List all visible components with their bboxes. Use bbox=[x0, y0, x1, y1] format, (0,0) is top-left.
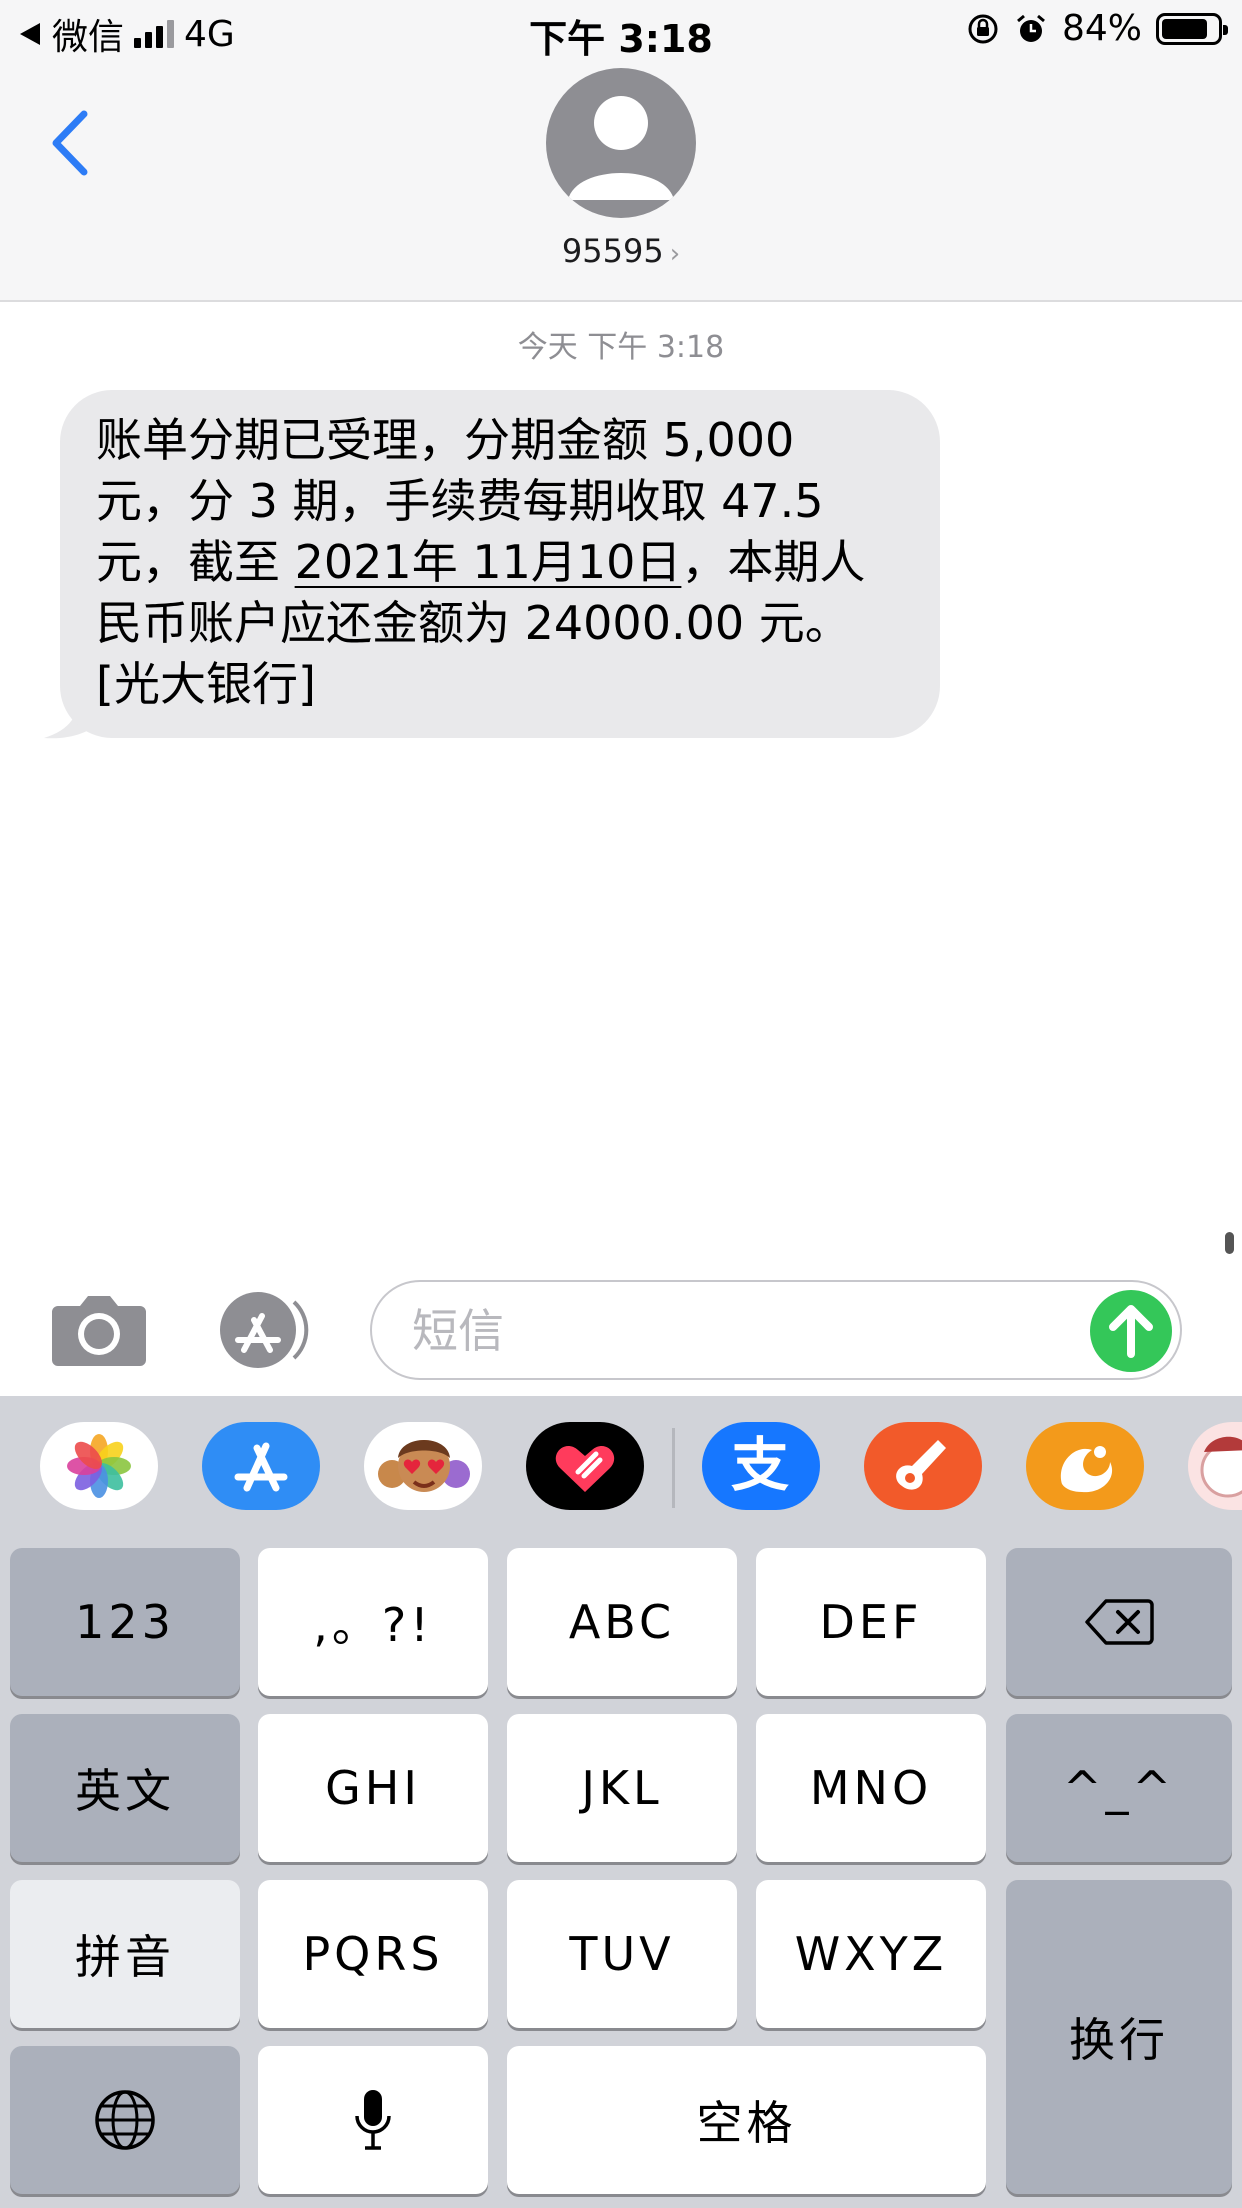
app-store-drawer-icon[interactable] bbox=[210, 1292, 320, 1368]
scroll-indicator bbox=[1225, 1232, 1234, 1254]
key-def[interactable]: DEF bbox=[756, 1548, 986, 1696]
back-chevron-icon[interactable] bbox=[46, 108, 96, 178]
return-key[interactable]: 换行 bbox=[1006, 1880, 1232, 2194]
key-pinyin-mode[interactable]: 拼音 bbox=[10, 1880, 240, 2028]
key-abc[interactable]: ABC bbox=[507, 1548, 737, 1696]
navigation-header: 微信 4G 下午 3:18 84% 95595 › bbox=[0, 0, 1242, 302]
app-store-icon[interactable] bbox=[202, 1422, 320, 1510]
memoji-icon[interactable] bbox=[364, 1422, 482, 1510]
message-text: 账单分期已受理，分期金额 5,000 元，分 3 期，手续费每期收取 47.5 … bbox=[96, 410, 906, 715]
contact-chevron-icon: › bbox=[669, 239, 681, 269]
digital-touch-icon[interactable] bbox=[526, 1422, 644, 1510]
key-ghi[interactable]: GHI bbox=[258, 1714, 488, 1862]
battery-percent: 84% bbox=[1061, 8, 1142, 49]
battery-fill bbox=[1162, 18, 1207, 39]
sticker-app-icon[interactable] bbox=[1188, 1422, 1242, 1510]
key-wxyz[interactable]: WXYZ bbox=[756, 1880, 986, 2028]
status-bar: 微信 4G 下午 3:18 84% bbox=[0, 0, 1242, 61]
key-jkl[interactable]: JKL bbox=[507, 1714, 737, 1862]
alipay-glyph: 支 bbox=[731, 1431, 789, 1499]
person-silhouette-icon bbox=[568, 96, 674, 200]
dictation-key[interactable] bbox=[258, 2046, 488, 2194]
app-strip-divider bbox=[672, 1428, 675, 1508]
space-key[interactable]: 空格 bbox=[507, 2046, 986, 2194]
key-punctuation[interactable]: ,。?! bbox=[258, 1548, 488, 1696]
arrow-up-icon bbox=[1109, 1305, 1153, 1358]
contact-avatar[interactable] bbox=[546, 68, 696, 218]
garageband-icon[interactable] bbox=[864, 1422, 982, 1510]
contact-number: 95595 bbox=[561, 232, 664, 270]
photos-app-icon[interactable] bbox=[40, 1422, 158, 1510]
orientation-lock-icon bbox=[968, 14, 998, 43]
globe-icon bbox=[95, 2090, 155, 2150]
globe-key[interactable] bbox=[10, 2046, 240, 2194]
keyboard-area: 支 123 ,。?! ABC DEF 英文 GHI JKL MNO ^_^ 拼音… bbox=[0, 1396, 1242, 2208]
received-message-bubble[interactable]: 账单分期已受理，分期金额 5,000 元，分 3 期，手续费每期收取 47.5 … bbox=[60, 390, 940, 738]
status-right: 84% bbox=[966, 8, 1228, 49]
key-mno[interactable]: MNO bbox=[756, 1714, 986, 1862]
send-button[interactable] bbox=[1090, 1290, 1172, 1372]
alarm-icon bbox=[1017, 14, 1045, 42]
key-tuv[interactable]: TUV bbox=[507, 1880, 737, 2028]
camera-icon[interactable] bbox=[52, 1292, 146, 1368]
key-pqrs[interactable]: PQRS bbox=[258, 1880, 488, 2028]
contact-name-button[interactable]: 95595 › bbox=[0, 232, 1242, 270]
backspace-icon bbox=[1085, 1599, 1154, 1645]
key-english-mode[interactable]: 英文 bbox=[10, 1714, 240, 1862]
uc-browser-icon[interactable] bbox=[1026, 1422, 1144, 1510]
delete-key[interactable] bbox=[1006, 1548, 1232, 1696]
message-input-container[interactable] bbox=[370, 1280, 1182, 1380]
alipay-icon[interactable]: 支 bbox=[702, 1422, 820, 1510]
message-timestamp: 今天 下午 3:18 bbox=[517, 330, 725, 365]
key-emoticon[interactable]: ^_^ bbox=[1006, 1714, 1232, 1862]
message-input[interactable] bbox=[410, 1300, 1034, 1362]
imessage-app-strip: 支 bbox=[0, 1396, 1242, 1540]
key-123[interactable]: 123 bbox=[10, 1548, 240, 1696]
message-date-link[interactable]: 2021年 11月10日 bbox=[295, 535, 682, 589]
microphone-icon bbox=[355, 2090, 391, 2150]
battery-icon bbox=[1156, 12, 1228, 45]
